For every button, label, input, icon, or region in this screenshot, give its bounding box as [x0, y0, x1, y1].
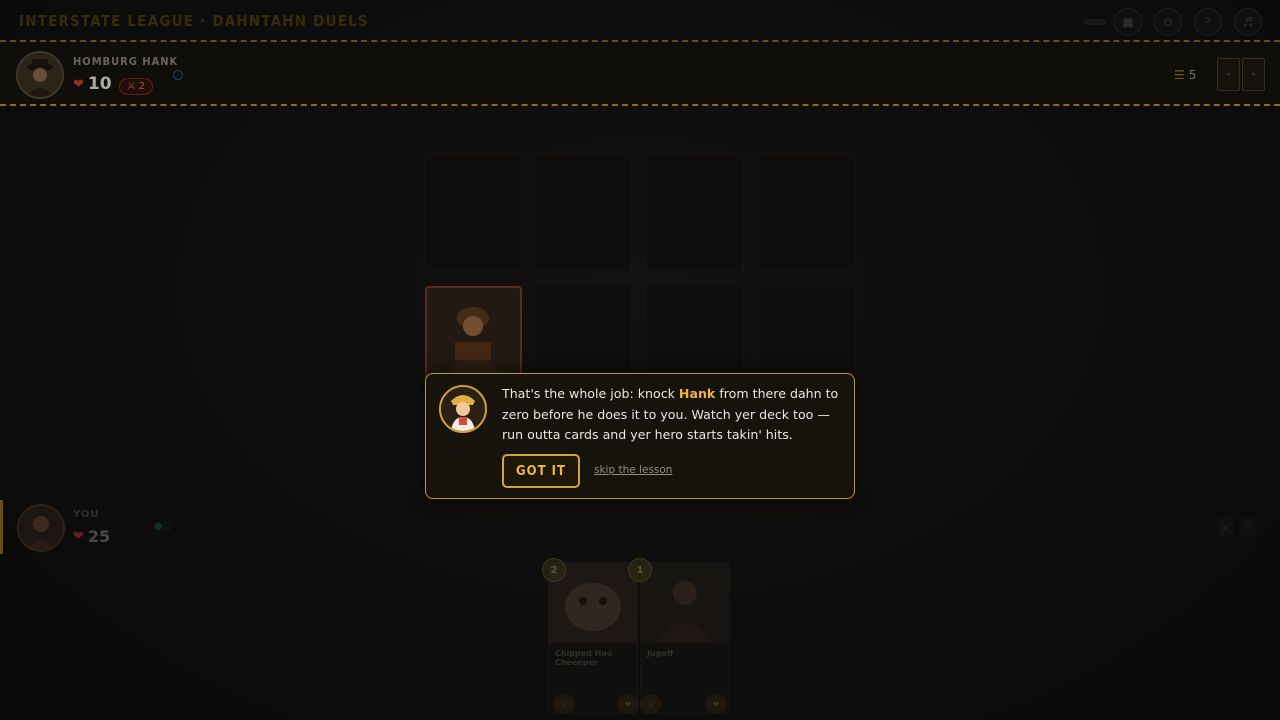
tutorial-highlight: Hank — [678, 386, 716, 401]
tutor-avatar — [439, 385, 487, 433]
tutorial-text-start: That's the whole job: knock — [502, 386, 679, 401]
got-it-button[interactable]: GOT IT — [502, 454, 580, 488]
skip-lesson-link[interactable]: skip the lesson — [594, 464, 672, 476]
modal-overlay — [0, 0, 1280, 720]
tutorial-message: That's the whole job: knock Hank from th… — [502, 384, 842, 446]
tutorial-dialog: That's the whole job: knock Hank from th… — [425, 373, 855, 499]
